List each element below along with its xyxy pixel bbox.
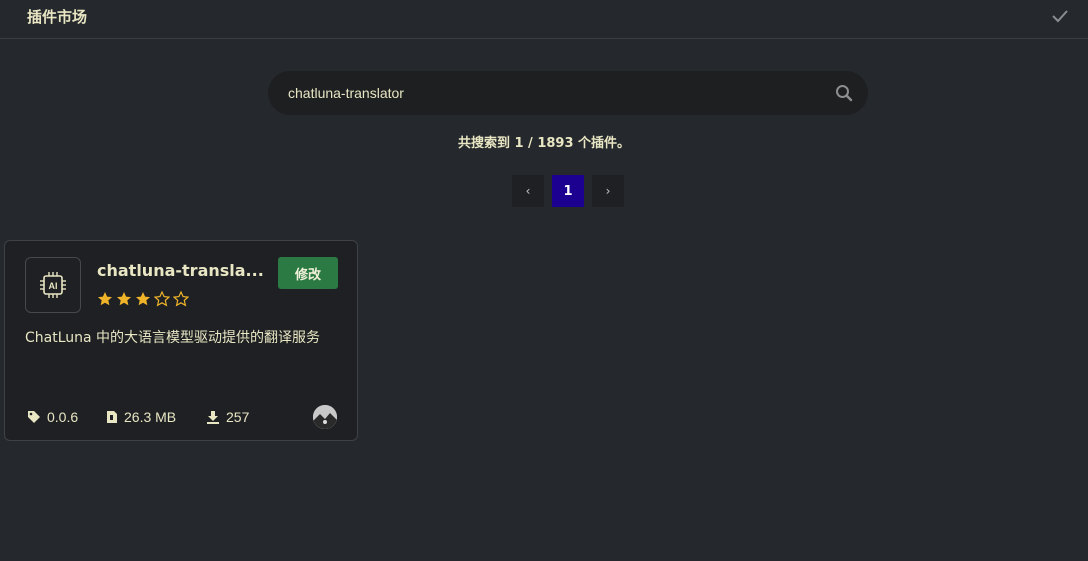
star-filled-icon: [117, 292, 131, 306]
author-avatar[interactable]: [313, 405, 337, 429]
header-bar: 插件市场: [0, 0, 1088, 39]
version-info: 0.0.6: [27, 409, 78, 425]
pager-next-button[interactable]: ›: [592, 175, 624, 207]
page-title: 插件市场: [27, 8, 88, 26]
rating-stars: [97, 291, 189, 307]
plugin-name[interactable]: chatluna-transla...: [97, 261, 267, 280]
search-input[interactable]: [288, 71, 828, 115]
version-text: 0.0.6: [47, 409, 79, 425]
plugin-icon: AI: [25, 257, 81, 313]
check-icon[interactable]: [1050, 6, 1070, 26]
star-empty-icon: [173, 291, 189, 307]
ai-chip-icon: AI: [40, 272, 66, 298]
downloads-text: 257: [226, 409, 250, 425]
file-icon: [107, 411, 117, 423]
download-icon: [207, 411, 219, 424]
plugin-card[interactable]: AI chatluna-transla... 修改 ChatLuna 中的大语言…: [4, 240, 358, 441]
search-box: [268, 71, 868, 115]
star-filled-icon: [98, 292, 112, 306]
svg-text:AI: AI: [49, 281, 58, 291]
downloads-info: 257: [206, 409, 249, 425]
pager-prev-button[interactable]: ‹: [512, 175, 544, 207]
pager-page-1[interactable]: 1: [552, 175, 584, 207]
star-empty-icon: [154, 291, 170, 307]
size-info: 26.3 MB: [106, 409, 176, 425]
size-text: 26.3 MB: [124, 409, 177, 425]
star-filled-icon: [136, 292, 150, 306]
search-icon[interactable]: [835, 84, 853, 102]
tag-icon: [28, 411, 40, 423]
result-count: 共搜索到 1 / 1893 个插件。: [457, 136, 631, 151]
plugin-description: ChatLuna 中的大语言模型驱动提供的翻译服务: [25, 330, 321, 346]
edit-button[interactable]: 修改: [278, 257, 338, 289]
